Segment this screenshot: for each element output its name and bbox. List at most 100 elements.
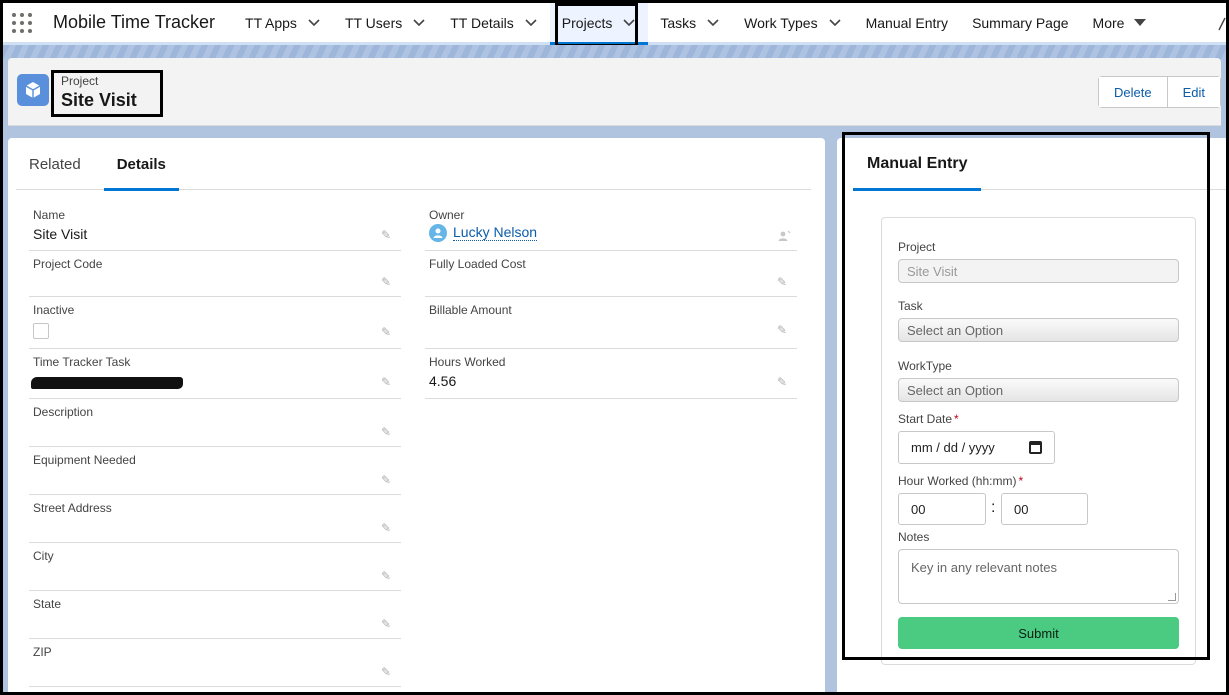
nav-item-tt-users[interactable]: TT Users <box>333 3 438 42</box>
pencil-icon[interactable]: ✎ <box>381 375 395 389</box>
required-mark: * <box>1018 474 1024 488</box>
field-time-tracker-task: Time Tracker Task ✎ <box>29 349 401 399</box>
tab-manual-entry[interactable]: Manual Entry <box>853 138 982 191</box>
manual-entry-panel: Manual Entry Project Site Visit Task Sel… <box>837 138 1226 692</box>
nav-item-tt-details[interactable]: TT Details <box>438 3 550 42</box>
pencil-icon[interactable]: ✎ <box>777 323 791 337</box>
pencil-icon[interactable]: ✎ <box>381 275 395 289</box>
global-nav: Mobile Time Tracker TT Apps TT Users TT … <box>3 3 1226 45</box>
required-mark: * <box>954 412 959 426</box>
hours-label-text: Hour Worked (hh:mm) <box>898 474 1017 488</box>
chevron-down-icon[interactable] <box>622 16 636 30</box>
pencil-icon[interactable]: ✎ <box>777 275 791 289</box>
caret-down-icon[interactable] <box>1134 19 1147 26</box>
hours-hh-input[interactable]: 00 <box>898 493 986 525</box>
pencil-icon[interactable]: ✎ <box>381 665 395 679</box>
chevron-down-icon[interactable] <box>828 16 842 30</box>
user-avatar-icon <box>429 224 447 243</box>
time-separator: : <box>991 499 996 516</box>
manual-entry-tabs: Manual Entry <box>853 138 1226 191</box>
start-date-input[interactable]: mm / dd / yyyy <box>898 431 1055 464</box>
field-label: Equipment Needed <box>33 453 136 467</box>
resize-handle-icon[interactable] <box>1168 593 1176 601</box>
field-name: Name Site Visit ✎ <box>29 202 401 251</box>
nav-item-label: TT Apps <box>245 14 297 31</box>
chevron-down-icon[interactable] <box>524 16 538 30</box>
field-description: Description ✎ <box>29 399 401 447</box>
pencil-icon[interactable]: ✎ <box>381 325 395 339</box>
pencil-icon[interactable]: ✎ <box>777 375 791 389</box>
edit-button[interactable]: Edit <box>1166 77 1220 107</box>
nav-item-label: Manual Entry <box>865 14 949 31</box>
field-value: Lucky Nelson <box>429 224 538 243</box>
chevron-down-icon[interactable] <box>412 16 426 30</box>
submit-button[interactable]: Submit <box>898 617 1179 649</box>
app-name: Mobile Time Tracker <box>53 12 216 32</box>
nav-item-projects[interactable]: Projects <box>549 3 649 45</box>
pencil-icon[interactable]: ✎ <box>381 521 395 535</box>
worktype-select[interactable]: Select an Option <box>898 378 1179 402</box>
pin-icon[interactable] <box>1218 17 1226 33</box>
notes-textarea[interactable]: Key in any relevant notes <box>898 549 1179 604</box>
app-launcher-icon[interactable] <box>11 12 33 34</box>
notes-label: Notes <box>898 530 930 544</box>
nav-item-summary-page[interactable]: Summary Page <box>960 3 1080 42</box>
pencil-icon[interactable]: ✎ <box>381 569 395 583</box>
field-value: 4.56 <box>429 373 457 389</box>
nav-item-work-types[interactable]: Work Types <box>732 3 853 42</box>
worktype-label: WorkType <box>898 359 952 373</box>
object-type-label: Project <box>61 74 99 88</box>
field-street-address: Street Address ✎ <box>29 495 401 543</box>
field-city: City ✎ <box>29 543 401 591</box>
field-hours-worked: Hours Worked 4.56 ✎ <box>425 349 797 399</box>
change-owner-icon[interactable] <box>777 230 791 244</box>
record-detail-card: Related Details Name Site Visit ✎ Projec… <box>8 138 825 692</box>
nav-item-more[interactable]: More <box>1081 3 1159 42</box>
field-label: Street Address <box>33 501 112 515</box>
pencil-icon[interactable]: ✎ <box>381 228 395 242</box>
hours-label: Hour Worked (hh:mm) * <box>898 474 1023 488</box>
project-field: Site Visit <box>898 259 1179 283</box>
manual-entry-form: Project Site Visit Task Select an Option… <box>881 217 1196 665</box>
inactive-checkbox[interactable] <box>33 323 49 339</box>
chevron-down-icon[interactable] <box>706 16 720 30</box>
pencil-icon[interactable]: ✎ <box>381 617 395 631</box>
start-date-label: Start Date * <box>898 412 959 426</box>
hours-mm-input[interactable]: 00 <box>1001 493 1088 525</box>
project-object-icon <box>17 74 49 106</box>
detail-tabs: Related Details <box>16 138 811 191</box>
field-label: Fully Loaded Cost <box>429 257 526 271</box>
pencil-icon[interactable]: ✎ <box>381 425 395 439</box>
tab-related[interactable]: Related <box>16 138 94 190</box>
nav-item-label: Tasks <box>660 14 697 31</box>
nav-item-label: Summary Page <box>972 14 1069 31</box>
nav-item-manual-entry[interactable]: Manual Entry <box>854 3 960 42</box>
nav-item-tasks[interactable]: Tasks <box>648 3 732 42</box>
field-label: Owner <box>429 208 465 222</box>
field-label: Project Code <box>33 257 103 271</box>
nav-item-label: Projects <box>561 14 613 31</box>
task-select[interactable]: Select an Option <box>898 318 1179 342</box>
field-label: State <box>33 597 62 611</box>
field-label: City <box>33 549 54 563</box>
notes-placeholder: Key in any relevant notes <box>911 560 1057 575</box>
delete-button[interactable]: Delete <box>1099 77 1167 107</box>
field-zip: ZIP ✎ <box>29 639 401 687</box>
nav-item-label: TT Users <box>344 14 403 31</box>
record-title: Site Visit <box>61 90 137 110</box>
record-actions: Delete Edit <box>1098 76 1221 108</box>
field-value: Site Visit <box>33 226 88 242</box>
owner-link[interactable]: Lucky Nelson <box>453 224 538 241</box>
pencil-icon[interactable]: ✎ <box>381 473 395 487</box>
nav-item-label: Work Types <box>744 14 818 31</box>
tab-details[interactable]: Details <box>103 138 180 191</box>
field-owner: Owner Lucky Nelson <box>425 202 797 251</box>
nav-item-tt-apps[interactable]: TT Apps <box>233 3 333 42</box>
calendar-icon[interactable] <box>1029 441 1042 454</box>
field-state: State ✎ <box>29 591 401 639</box>
field-label: Hours Worked <box>429 355 506 369</box>
app-frame: Mobile Time Tracker TT Apps TT Users TT … <box>0 0 1229 695</box>
project-label: Project <box>898 240 936 254</box>
nav-item-label: More <box>1092 14 1125 31</box>
chevron-down-icon[interactable] <box>307 16 321 30</box>
